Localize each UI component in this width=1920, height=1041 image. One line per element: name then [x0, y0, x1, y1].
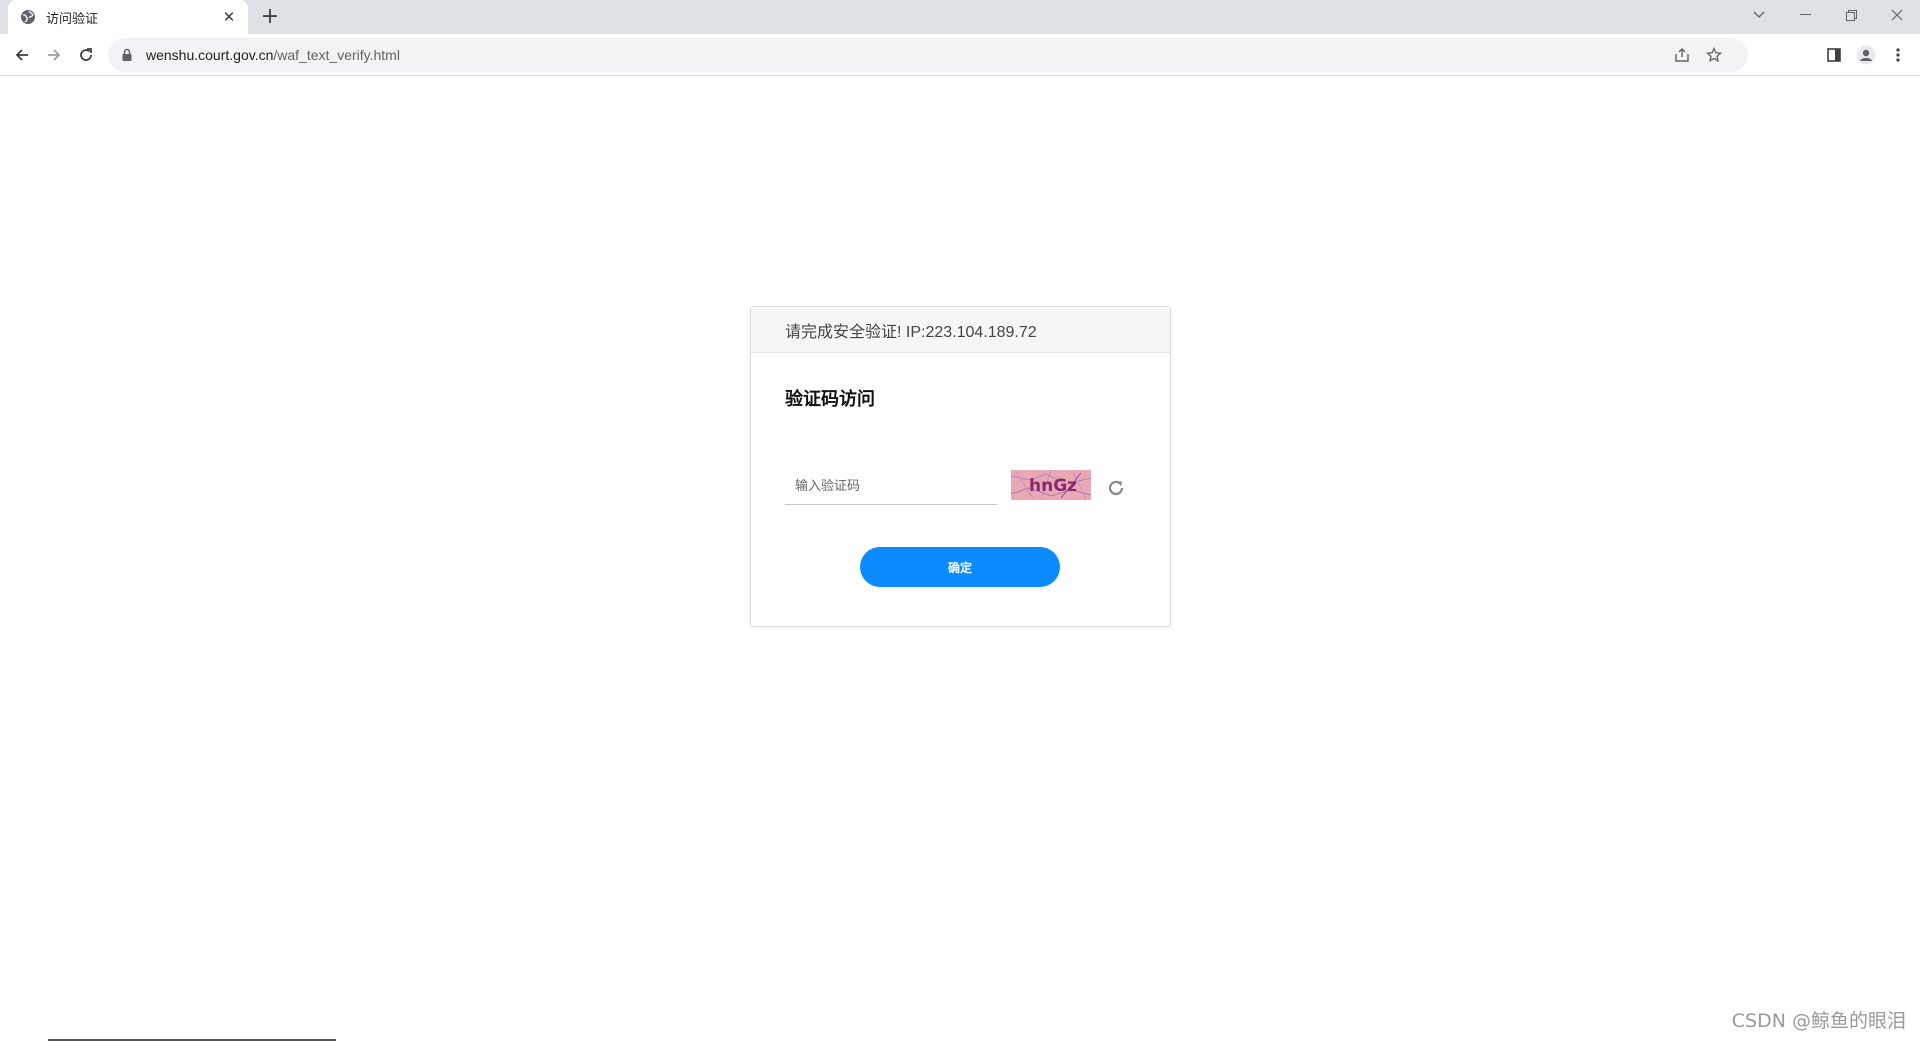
tab-strip: 访问验证 ✕ +	[0, 0, 1920, 34]
globe-icon	[21, 10, 35, 24]
url-host: wenshu.court.gov.cn	[146, 47, 274, 63]
captcha-image[interactable]: hnGz	[1011, 470, 1091, 500]
browser-window: 访问验证 ✕ + wenshu.court.gov.cn/waf_text_ve…	[0, 0, 1920, 1041]
tab-title: 访问验证	[46, 11, 99, 27]
side-panel-icon[interactable]	[1820, 41, 1848, 69]
star-icon[interactable]	[1700, 41, 1728, 69]
address-bar[interactable]: wenshu.court.gov.cn/waf_text_verify.html	[108, 38, 1748, 72]
close-window-icon[interactable]	[1874, 0, 1920, 30]
browser-toolbar: wenshu.court.gov.cn/waf_text_verify.html	[0, 34, 1920, 76]
minimize-icon[interactable]	[1782, 0, 1828, 30]
refresh-captcha-icon[interactable]	[1105, 477, 1127, 499]
share-icon[interactable]	[1668, 41, 1696, 69]
lock-icon	[122, 48, 132, 61]
back-icon[interactable]	[8, 41, 36, 69]
forward-icon[interactable]	[40, 41, 68, 69]
verify-card: 请完成安全验证! IP:223.104.189.72 验证码访问 hnGz 确定	[750, 306, 1171, 627]
tab-active[interactable]: 访问验证 ✕	[8, 0, 248, 34]
card-title: 验证码访问	[785, 389, 875, 410]
captcha-input[interactable]	[785, 469, 997, 505]
url-text: wenshu.court.gov.cn/waf_text_verify.html	[146, 47, 400, 63]
menu-icon[interactable]	[1884, 41, 1912, 69]
submit-button[interactable]: 确定	[860, 547, 1060, 587]
tab-close-icon[interactable]: ✕	[220, 8, 238, 26]
url-path: /waf_text_verify.html	[273, 47, 400, 63]
card-header: 请完成安全验证! IP:223.104.189.72	[751, 307, 1170, 353]
captcha-text: hnGz	[1029, 476, 1077, 496]
restore-icon[interactable]	[1828, 0, 1874, 30]
new-tab-button[interactable]: +	[258, 5, 282, 29]
tab-search-icon[interactable]	[1736, 0, 1782, 30]
watermark: CSDN @鲸鱼的眼泪	[1731, 1010, 1906, 1032]
reload-icon[interactable]	[72, 41, 100, 69]
profile-icon[interactable]	[1852, 41, 1880, 69]
